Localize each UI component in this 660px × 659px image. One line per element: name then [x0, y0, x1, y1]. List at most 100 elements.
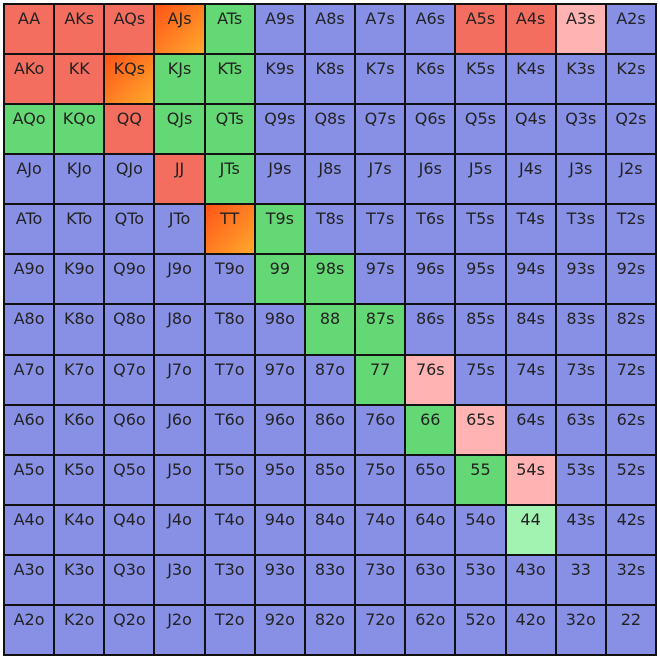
- hand-cell-k8o[interactable]: K8o: [55, 305, 106, 356]
- hand-cell-64o[interactable]: 64o: [406, 505, 457, 556]
- hand-cell-a4s[interactable]: A4s: [506, 5, 557, 56]
- hand-cell-a9s[interactable]: A9s: [255, 5, 306, 56]
- hand-cell-83o[interactable]: 83o: [305, 555, 357, 606]
- hand-cell-63o[interactable]: 63o: [406, 555, 457, 606]
- hand-cell-q3s[interactable]: Q3s: [556, 105, 607, 156]
- hand-cell-98s[interactable]: 98s: [305, 255, 357, 306]
- hand-cell-22[interactable]: 22: [606, 605, 657, 656]
- hand-cell-t9s[interactable]: T9s: [255, 205, 306, 256]
- hand-cell-43o[interactable]: 43o: [506, 555, 557, 606]
- hand-cell-55[interactable]: 55: [456, 455, 507, 506]
- hand-cell-q3o[interactable]: Q3o: [105, 555, 156, 606]
- hand-cell-j7s[interactable]: J7s: [356, 155, 407, 206]
- hand-cell-k3s[interactable]: K3s: [556, 55, 607, 106]
- hand-cell-j9s[interactable]: J9s: [255, 155, 306, 206]
- hand-cell-j2o[interactable]: J2o: [155, 605, 206, 656]
- hand-cell-95o[interactable]: 95o: [255, 455, 306, 506]
- hand-cell-k7s[interactable]: K7s: [356, 55, 407, 106]
- hand-cell-q7o[interactable]: Q7o: [105, 355, 156, 406]
- hand-cell-a7o[interactable]: A7o: [5, 355, 56, 406]
- hand-cell-t3s[interactable]: T3s: [556, 205, 607, 256]
- hand-cell-k9s[interactable]: K9s: [255, 55, 306, 106]
- hand-cell-k2o[interactable]: K2o: [55, 605, 106, 656]
- hand-cell-k8s[interactable]: K8s: [305, 55, 357, 106]
- hand-cell-74s[interactable]: 74s: [506, 355, 557, 406]
- hand-cell-j8o[interactable]: J8o: [155, 305, 206, 356]
- hand-cell-53s[interactable]: 53s: [556, 455, 607, 506]
- hand-cell-aqs[interactable]: AQs: [105, 5, 156, 56]
- hand-cell-84o[interactable]: 84o: [305, 505, 357, 556]
- hand-cell-73s[interactable]: 73s: [556, 355, 607, 406]
- hand-cell-97s[interactable]: 97s: [356, 255, 407, 306]
- hand-cell-q5o[interactable]: Q5o: [105, 455, 156, 506]
- hand-cell-qq[interactable]: QQ: [105, 105, 156, 156]
- hand-cell-a5s[interactable]: A5s: [456, 5, 507, 56]
- hand-cell-63s[interactable]: 63s: [556, 405, 607, 456]
- hand-cell-a3o[interactable]: A3o: [5, 555, 56, 606]
- hand-cell-k9o[interactable]: K9o: [55, 255, 106, 306]
- hand-cell-j9o[interactable]: J9o: [155, 255, 206, 306]
- hand-cell-j4o[interactable]: J4o: [155, 505, 206, 556]
- hand-cell-92o[interactable]: 92o: [255, 605, 306, 656]
- hand-cell-jto[interactable]: JTo: [155, 205, 206, 256]
- hand-cell-82s[interactable]: 82s: [606, 305, 657, 356]
- hand-cell-q7s[interactable]: Q7s: [356, 105, 407, 156]
- hand-cell-a8o[interactable]: A8o: [5, 305, 56, 356]
- hand-cell-j7o[interactable]: J7o: [155, 355, 206, 406]
- hand-cell-75o[interactable]: 75o: [356, 455, 407, 506]
- hand-cell-j3s[interactable]: J3s: [556, 155, 607, 206]
- hand-cell-a6o[interactable]: A6o: [5, 405, 56, 456]
- hand-cell-t6o[interactable]: T6o: [205, 405, 256, 456]
- hand-cell-k2s[interactable]: K2s: [606, 55, 657, 106]
- hand-cell-q9s[interactable]: Q9s: [255, 105, 306, 156]
- hand-cell-aqo[interactable]: AQo: [5, 105, 56, 156]
- hand-cell-q8s[interactable]: Q8s: [305, 105, 357, 156]
- hand-cell-q4o[interactable]: Q4o: [105, 505, 156, 556]
- hand-cell-87o[interactable]: 87o: [305, 355, 357, 406]
- hand-cell-kqs[interactable]: KQs: [105, 55, 156, 106]
- hand-cell-83s[interactable]: 83s: [556, 305, 607, 356]
- hand-cell-k7o[interactable]: K7o: [55, 355, 106, 406]
- hand-cell-qjs[interactable]: QJs: [155, 105, 206, 156]
- hand-cell-54s[interactable]: 54s: [506, 455, 557, 506]
- hand-cell-t8s[interactable]: T8s: [305, 205, 357, 256]
- hand-cell-q8o[interactable]: Q8o: [105, 305, 156, 356]
- hand-cell-k3o[interactable]: K3o: [55, 555, 106, 606]
- hand-cell-84s[interactable]: 84s: [506, 305, 557, 356]
- hand-cell-t2o[interactable]: T2o: [205, 605, 256, 656]
- hand-cell-j6s[interactable]: J6s: [406, 155, 457, 206]
- hand-cell-95s[interactable]: 95s: [456, 255, 507, 306]
- hand-cell-94s[interactable]: 94s: [506, 255, 557, 306]
- hand-cell-a8s[interactable]: A8s: [305, 5, 357, 56]
- hand-cell-k6o[interactable]: K6o: [55, 405, 106, 456]
- hand-cell-85o[interactable]: 85o: [305, 455, 357, 506]
- hand-cell-q2s[interactable]: Q2s: [606, 105, 657, 156]
- hand-cell-93o[interactable]: 93o: [255, 555, 306, 606]
- hand-cell-72o[interactable]: 72o: [356, 605, 407, 656]
- hand-cell-76o[interactable]: 76o: [356, 405, 407, 456]
- hand-cell-a7s[interactable]: A7s: [356, 5, 407, 56]
- hand-cell-t4s[interactable]: T4s: [506, 205, 557, 256]
- hand-cell-72s[interactable]: 72s: [606, 355, 657, 406]
- hand-cell-aa[interactable]: AA: [5, 5, 56, 56]
- hand-cell-j6o[interactable]: J6o: [155, 405, 206, 456]
- hand-cell-q9o[interactable]: Q9o: [105, 255, 156, 306]
- hand-cell-q6s[interactable]: Q6s: [406, 105, 457, 156]
- hand-cell-q2o[interactable]: Q2o: [105, 605, 156, 656]
- hand-cell-99[interactable]: 99: [255, 255, 306, 306]
- hand-cell-kk[interactable]: KK: [55, 55, 106, 106]
- hand-cell-85s[interactable]: 85s: [456, 305, 507, 356]
- hand-cell-88[interactable]: 88: [305, 305, 357, 356]
- hand-cell-52o[interactable]: 52o: [456, 605, 507, 656]
- hand-cell-86s[interactable]: 86s: [406, 305, 457, 356]
- hand-cell-62o[interactable]: 62o: [406, 605, 457, 656]
- hand-cell-a5o[interactable]: A5o: [5, 455, 56, 506]
- hand-cell-t5o[interactable]: T5o: [205, 455, 256, 506]
- hand-cell-j4s[interactable]: J4s: [506, 155, 557, 206]
- hand-cell-96s[interactable]: 96s: [406, 255, 457, 306]
- hand-cell-j3o[interactable]: J3o: [155, 555, 206, 606]
- hand-cell-qto[interactable]: QTo: [105, 205, 156, 256]
- hand-cell-82o[interactable]: 82o: [305, 605, 357, 656]
- hand-cell-k5o[interactable]: K5o: [55, 455, 106, 506]
- hand-cell-ajs[interactable]: AJs: [155, 5, 206, 56]
